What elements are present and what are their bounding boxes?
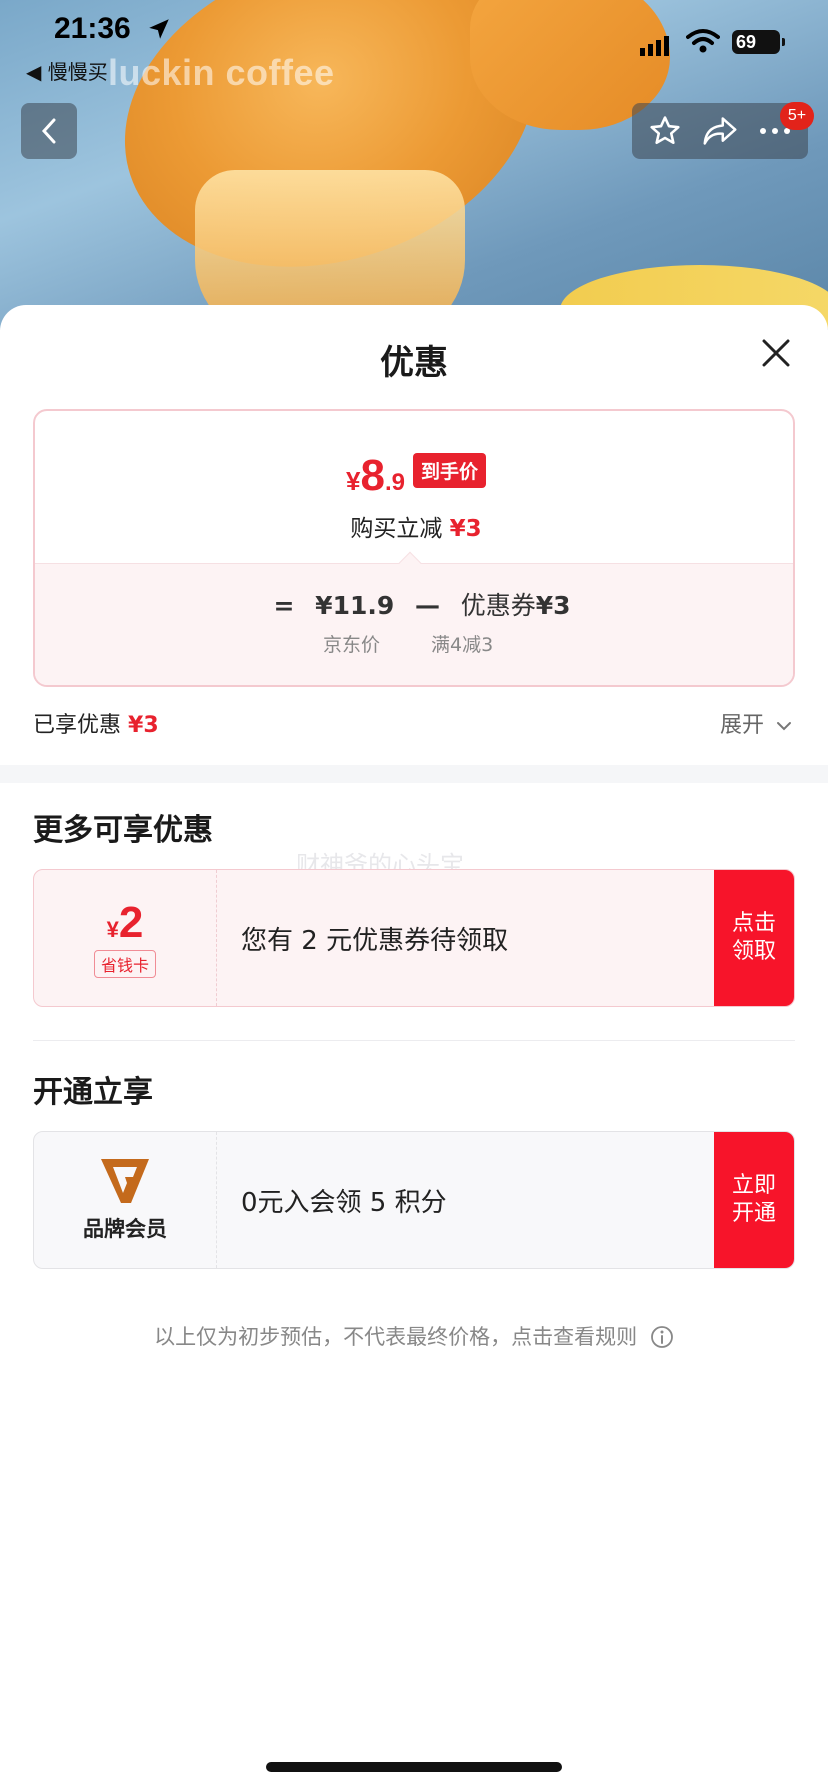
star-icon bbox=[650, 116, 680, 145]
membership-title: 开通立享 bbox=[33, 1075, 153, 1110]
saving-card-coupon: ¥2 省钱卡 您有 2 元优惠券待领取 点击领取 bbox=[33, 869, 795, 1007]
message-badge: 5+ bbox=[780, 102, 814, 130]
brand-member-block: 品牌会员 bbox=[34, 1132, 217, 1268]
home-indicator[interactable] bbox=[266, 1762, 562, 1772]
price-breakdown-card: ¥8.9 到手价 购买立减 ¥3 = ¥11.9 — 优惠券¥3 京东价 满4减3 bbox=[33, 409, 795, 687]
divider bbox=[33, 1040, 795, 1041]
coupon-value-block: ¥2 省钱卡 bbox=[34, 870, 217, 1006]
more-offers-title: 更多可享优惠 bbox=[33, 813, 213, 848]
jd-price-label: 京东价 bbox=[323, 634, 381, 656]
join-membership-button[interactable]: 立即开通 bbox=[714, 1132, 794, 1268]
brand-member-label: 品牌会员 bbox=[83, 1217, 167, 1241]
price-formula: = ¥11.9 — 优惠券¥3 bbox=[273, 591, 571, 620]
sheet-title: 优惠 bbox=[380, 343, 448, 383]
wifi-icon bbox=[686, 29, 720, 53]
enjoyed-discount: 已享优惠 ¥3 bbox=[33, 713, 159, 738]
share-button[interactable] bbox=[700, 111, 740, 151]
back-button[interactable] bbox=[21, 103, 77, 159]
price-formula-panel: = ¥11.9 — 优惠券¥3 京东价 满4减3 bbox=[35, 563, 793, 685]
final-price-tag: 到手价 bbox=[412, 453, 486, 488]
favorite-button[interactable] bbox=[645, 111, 685, 151]
claim-coupon-button[interactable]: 点击领取 bbox=[714, 870, 794, 1006]
discount-sheet: 优惠 ¥8.9 到手价 购买立减 ¥3 = ¥11.9 — 优惠券¥3 京东价 满… bbox=[0, 305, 828, 1792]
share-icon bbox=[703, 117, 737, 145]
location-arrow-icon bbox=[149, 19, 169, 39]
coupon-description: 您有 2 元优惠券待领取 bbox=[241, 925, 509, 956]
coupon-value: ¥2 bbox=[106, 898, 144, 947]
status-bar: 21:36 ◀ 慢慢买 69 bbox=[0, 0, 828, 84]
back-to-app-link[interactable]: ◀ 慢慢买 bbox=[26, 56, 108, 85]
status-time: 21:36 bbox=[54, 12, 131, 45]
rules-footnote[interactable]: 以上仅为初步预估，不代表最终价格，点击查看规则 bbox=[0, 1321, 828, 1351]
brand-logo-icon bbox=[101, 1159, 149, 1203]
battery-indicator: 69 bbox=[732, 30, 785, 54]
info-icon bbox=[650, 1326, 673, 1348]
close-icon[interactable] bbox=[758, 335, 794, 371]
membership-card: 品牌会员 0元入会领 5 积分 立即开通 bbox=[33, 1131, 795, 1269]
saving-card-tag: 省钱卡 bbox=[93, 950, 156, 978]
cellular-signal-icon bbox=[640, 36, 672, 56]
page: luckin coffee 21:36 ◀ 慢慢买 69 5+ 优惠 ¥8.9 … bbox=[0, 0, 828, 1792]
expand-button[interactable]: 展开 bbox=[720, 707, 793, 739]
chevron-left-icon bbox=[41, 118, 56, 144]
final-price: ¥8.9 到手价 bbox=[35, 451, 793, 501]
chevron-down-icon bbox=[777, 722, 792, 731]
membership-description: 0元入会领 5 积分 bbox=[241, 1187, 447, 1218]
coupon-rule-label: 满4减3 bbox=[431, 634, 494, 656]
instant-discount: 购买立减 ¥3 bbox=[350, 516, 482, 542]
section-divider bbox=[0, 765, 828, 783]
